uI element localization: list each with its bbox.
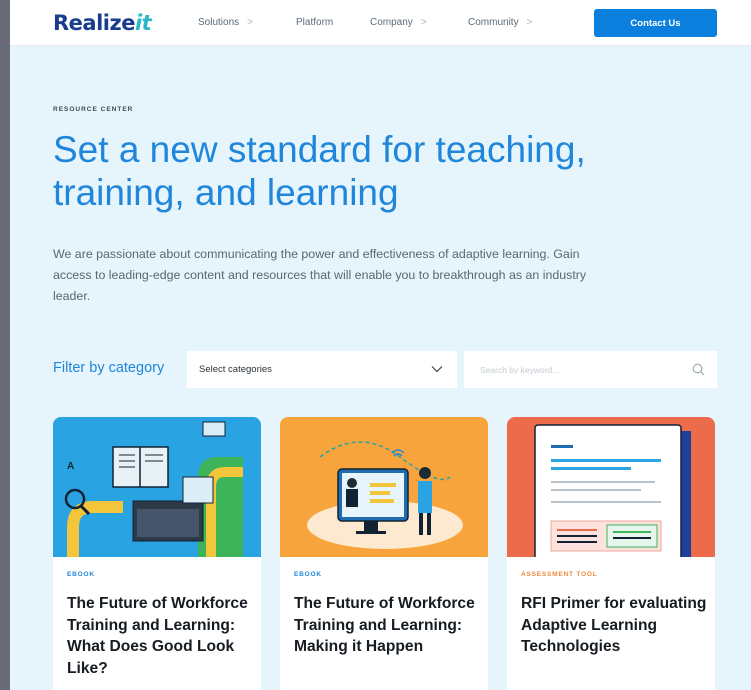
nav-company[interactable]: Company >	[370, 17, 427, 28]
rfi-primer-illustration	[507, 417, 715, 557]
chevron-right-icon: >	[526, 17, 533, 28]
nav-community[interactable]: Community >	[468, 17, 532, 28]
chevron-right-icon: >	[420, 17, 427, 28]
resource-card[interactable]: EBOOK The Future of Workforce Training a…	[280, 417, 488, 690]
search-icon[interactable]	[692, 363, 705, 376]
resource-card[interactable]: A EBOOK The Future of Workforce Training…	[53, 417, 261, 690]
filter-label: Filter by category	[53, 360, 165, 376]
nav-label: Solutions	[198, 17, 240, 28]
keyword-search[interactable]	[464, 351, 717, 388]
nav-solutions[interactable]: Solutions >	[198, 17, 253, 28]
nav-platform[interactable]: Platform	[296, 17, 333, 28]
svg-text:A: A	[67, 461, 74, 472]
chevron-right-icon: >	[247, 17, 253, 28]
hero-description: We are passionate about communicating th…	[53, 247, 587, 303]
card-title[interactable]: RFI Primer for evaluating Adaptive Learn…	[521, 593, 707, 658]
card-tag: EBOOK	[67, 571, 95, 578]
nav-label: Community	[468, 17, 519, 28]
resource-card[interactable]: ASSESSMENT TOOL RFI Primer for evaluatin…	[507, 417, 715, 690]
page-title: Set a new standard for teaching, trainin…	[53, 129, 586, 213]
card-tag: EBOOK	[294, 571, 322, 578]
logo-text: Realize	[53, 11, 135, 35]
section-eyebrow: RESOURCE CENTER	[53, 106, 134, 113]
site-header: Realizeit Solutions > Platform Company >…	[10, 0, 751, 46]
realizeit-logo[interactable]: Realizeit	[53, 10, 152, 36]
contact-us-button[interactable]: Contact Us	[594, 9, 717, 37]
workforce-training-illustration: A	[53, 417, 261, 557]
nav-label: Company	[370, 17, 413, 28]
category-select[interactable]: Select categories	[187, 351, 457, 388]
select-value: Select categories	[199, 364, 272, 375]
chevron-down-icon	[431, 366, 443, 373]
card-tag: ASSESSMENT TOOL	[521, 571, 598, 578]
page-frame: Realizeit Solutions > Platform Company >…	[10, 0, 751, 690]
logo-accent: it	[134, 11, 152, 35]
card-title[interactable]: The Future of Workforce Training and Lea…	[294, 593, 480, 658]
nav-label: Platform	[296, 17, 334, 28]
search-input[interactable]	[480, 364, 680, 375]
card-title[interactable]: The Future of Workforce Training and Lea…	[67, 593, 253, 679]
making-it-happen-illustration	[280, 417, 488, 557]
